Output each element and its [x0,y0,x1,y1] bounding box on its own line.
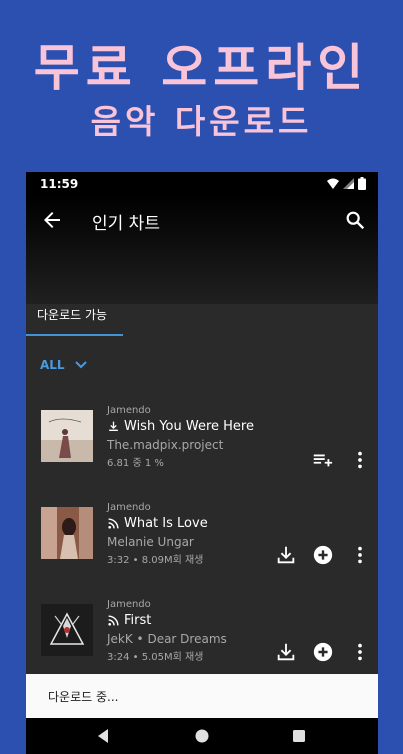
track-artist: JekK • Dear Dreams [107,632,227,646]
snackbar-text: 다운로드 중... [48,690,119,704]
track-meta: 6.81 중 1 % [107,458,164,469]
wifi-icon [327,178,339,189]
track-title: What Is Love [124,516,208,531]
nav-home-icon[interactable] [193,727,211,745]
track-meta: 3:24 • 5.05M회 재생 [107,652,204,663]
track-source: Jamendo [107,599,151,610]
track-title: Wish You Were Here [124,419,254,434]
track-title-row: First [107,613,151,628]
playlist-add-icon[interactable] [311,449,333,471]
search-icon[interactable] [344,209,366,231]
more-vert-icon[interactable] [349,544,371,566]
track-row[interactable]: Jamendo Wish You Were Here The.madpix.pr… [26,396,378,486]
system-nav-bar [26,718,378,754]
stream-icon [108,518,119,529]
status-time: 11:59 [40,177,79,191]
track-title: First [124,613,152,628]
snackbar: 다운로드 중... [26,674,378,718]
track-title-row: Wish You Were Here [107,419,254,434]
download-icon[interactable] [275,544,297,566]
promo-title: 무료 오프라인 [33,39,370,97]
stream-icon [108,615,119,626]
arrow-back-icon[interactable] [40,208,64,232]
status-bar: 11:59 [26,172,378,196]
track-artist: Melanie Ungar [107,535,194,549]
album-cover-image [41,604,93,656]
download-small-icon [109,421,118,431]
battery-icon [358,177,366,190]
track-meta: 3:32 • 8.09M회 재생 [107,555,204,566]
add-circle-icon[interactable] [312,544,334,566]
chevron-down-icon [74,361,87,369]
album-cover-image [41,507,93,559]
tab-bar: 다운로드 가능 [26,304,378,336]
filter-dropdown[interactable]: ALL [40,358,87,372]
more-vert-icon[interactable] [349,641,371,663]
page-title: 인기 차트 [92,214,160,234]
tab-downloadable[interactable]: 다운로드 가능 [26,304,123,336]
track-row[interactable]: Jamendo What Is Love Melanie Ungar 3:32 … [26,493,378,583]
tab-label: 다운로드 가능 [37,308,108,322]
track-source: Jamendo [107,405,151,416]
more-vert-icon[interactable] [349,449,371,471]
track-artist: The.madpix.project [107,438,224,452]
nav-back-icon[interactable] [94,727,112,745]
signal-icon [343,177,354,189]
track-title-row: What Is Love [107,516,208,531]
phone-screen: 11:59 인기 차트 다운로드 가능 ALL Jamendo Wish You… [26,172,378,754]
track-row[interactable]: Jamendo First JekK • Dear Dreams 3:24 • … [26,590,378,680]
download-icon[interactable] [275,641,297,663]
nav-recents-icon[interactable] [290,727,308,745]
tab-indicator [26,334,123,336]
add-circle-icon[interactable] [312,641,334,663]
track-source: Jamendo [107,502,151,513]
album-cover-image [41,410,93,462]
status-icons [327,177,366,190]
promo-subtitle: 음악 다운로드 [90,102,313,141]
app-header: 인기 차트 [26,196,378,304]
filter-label: ALL [40,358,65,372]
